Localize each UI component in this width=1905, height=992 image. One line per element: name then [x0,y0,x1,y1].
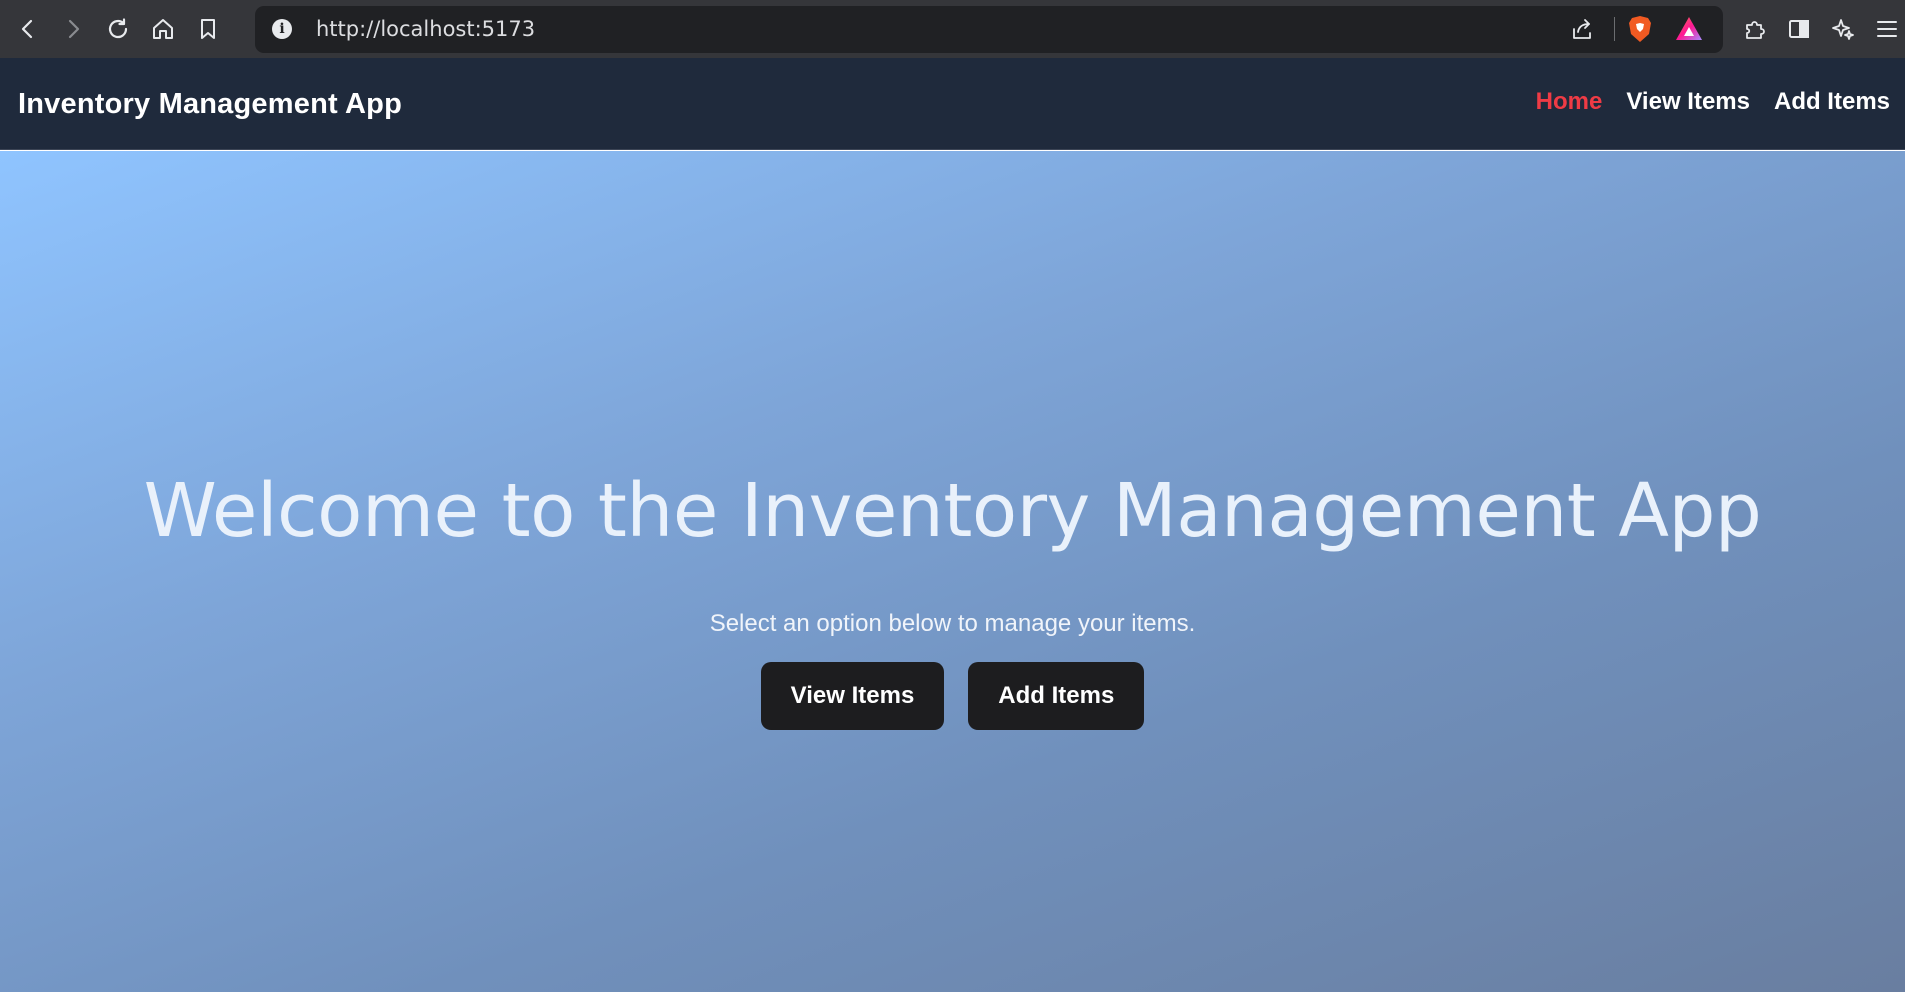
add-items-button[interactable]: Add Items [968,661,1145,730]
hero-actions: View Items Add Items [760,661,1145,730]
brave-shield-icon[interactable] [1627,15,1653,43]
menu-icon[interactable] [1869,11,1905,47]
brave-rewards-icon[interactable] [1675,16,1703,42]
site-info-icon[interactable]: i [272,19,292,39]
hero-section: Welcome to the Inventory Management App … [0,151,1905,992]
share-icon[interactable] [1564,11,1600,47]
url-text[interactable]: http://localhost:5173 [316,17,535,41]
sidebar-icon[interactable] [1781,11,1817,47]
view-items-button[interactable]: View Items [760,661,945,730]
back-arrow-icon[interactable] [10,11,46,47]
bookmark-icon[interactable] [190,11,226,47]
hero-title: Welcome to the Inventory Management App [143,468,1762,554]
browser-toolbar: i http://localhost:5173 [0,0,1905,58]
hero-subtitle: Select an option below to manage your it… [709,609,1196,637]
nav-link-view-items[interactable]: View Items [1626,88,1750,116]
nav-link-add-items[interactable]: Add Items [1774,88,1890,116]
reload-icon[interactable] [100,11,136,47]
forward-arrow-icon[interactable] [55,11,91,47]
app-brand[interactable]: Inventory Management App [18,88,402,121]
home-icon[interactable] [145,11,181,47]
extensions-icon[interactable] [1737,11,1773,47]
nav-link-home[interactable]: Home [1536,88,1603,116]
leo-ai-icon[interactable] [1825,11,1861,47]
address-divider [1614,17,1615,41]
nav-links: Home View Items Add Items [1536,88,1890,116]
app-navbar: Inventory Management App Home View Items… [0,58,1905,150]
address-bar[interactable]: i http://localhost:5173 [255,5,1723,53]
